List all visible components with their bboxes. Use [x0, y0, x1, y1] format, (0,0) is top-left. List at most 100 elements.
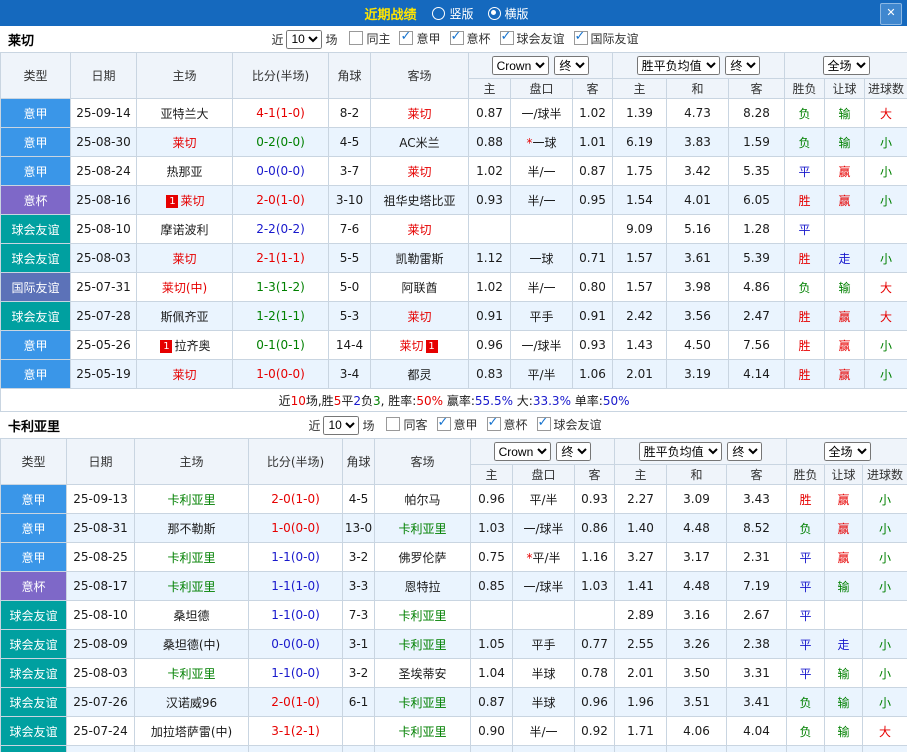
handicap-odds-home: 0.96 — [468, 330, 511, 360]
checkbox-checked-icon[interactable] — [449, 29, 464, 46]
home-team-name: 莱切 — [180, 193, 205, 208]
home-team: 莱切 — [136, 359, 233, 389]
score-halftime: 3-1(2-1) — [248, 716, 343, 746]
avg-odds-home: 2.42 — [612, 301, 667, 331]
match-row: 意甲 25-05-19 莱切 1-0(0-0) 3-4 都灵 0.83 平/半 1.06 2.01… — [0, 359, 907, 389]
home-team-name: 莱切 — [172, 367, 197, 382]
goals-result: 小 — [864, 330, 907, 360]
match-count-select[interactable]: 10 — [286, 29, 323, 49]
handicap-line: 平/半 — [510, 359, 573, 389]
handicap-odds-away: 0.93 — [572, 330, 613, 360]
handicap-result: 输 — [824, 98, 866, 128]
home-team: 卡利亚里 — [134, 484, 249, 514]
away-team: 阿联酋 — [370, 272, 469, 302]
bookmaker-select[interactable]: Crown — [493, 442, 551, 461]
away-team-name: 卡利亚里 — [398, 724, 447, 739]
avg-odds-home: 1.03 — [614, 745, 667, 752]
handicap-line: 平/半 — [512, 484, 575, 514]
handicap-odds-home: 1.02 — [468, 156, 511, 186]
avg-select[interactable]: 胜平负均值 — [636, 56, 720, 75]
result-wdl: 胜 — [784, 301, 826, 331]
score-halftime: 1-1(0-0) — [248, 658, 343, 688]
avg-final-select[interactable]: 终 — [727, 442, 763, 461]
match-row: 意甲 25-08-31 那不勒斯 1-0(0-0) 13-0 卡利亚里 1.03 一/球半 0.… — [0, 513, 907, 543]
handicap-odds-away: 0.92 — [574, 716, 615, 746]
handicap-result: 赢 — [824, 484, 864, 514]
avg-odds-away: 4.14 — [727, 359, 786, 389]
away-team-name: 帕尔马 — [404, 492, 441, 507]
filter-checkbox-label: 意杯 — [503, 417, 528, 432]
odds-final-select[interactable]: 终 — [556, 442, 592, 461]
results-table: 类型 日期 主场 比分(半场) 角球 客场 Crown 终 胜平负均值 终 全场… — [0, 438, 907, 752]
result-wdl: 胜 — [784, 330, 826, 360]
handicap-result: 赢 — [824, 156, 866, 186]
competition-type: 球会友谊 — [0, 600, 67, 630]
avg-odds-home: 3.27 — [614, 542, 667, 572]
layout-radio-vertical[interactable]: 竖版 — [432, 5, 474, 22]
avg-odds-away: 4.86 — [727, 272, 786, 302]
radio-unselected-icon[interactable] — [432, 6, 446, 20]
goals-result — [862, 745, 907, 752]
competition-type: 意甲 — [0, 484, 67, 514]
avg-odds-draw: 3.56 — [666, 301, 729, 331]
checkbox-checked-icon[interactable] — [499, 29, 514, 46]
filter-checkbox-label: 意杯 — [466, 31, 491, 46]
competition-type: 球会友谊 — [0, 658, 67, 688]
scope-select[interactable]: 全场 — [823, 442, 871, 461]
match-date: 25-08-31 — [66, 513, 135, 543]
goals-result — [864, 214, 907, 244]
close-icon[interactable]: ✕ — [880, 3, 902, 25]
home-team-name: 那不勒斯 — [167, 521, 216, 536]
filter-checkbox[interactable]: 同客 — [386, 416, 428, 433]
odds-final-select[interactable]: 终 — [554, 56, 590, 75]
filter-checkbox[interactable]: 意杯 — [486, 415, 528, 433]
asterisk-marker: * — [526, 135, 533, 150]
layout-radio-horizontal[interactable]: 横版 — [487, 5, 529, 22]
competition-type: 球会友谊 — [0, 629, 67, 659]
match-row: 意甲 25-09-14 亚特兰大 4-1(1-0) 8-2 莱切 0.87 一/球半 1.02 1… — [0, 98, 907, 128]
radio-selected-icon[interactable] — [487, 6, 501, 20]
away-team-name: AC米兰 — [399, 135, 440, 150]
score-halftime: 1-3(1-2) — [232, 272, 329, 302]
competition-type: 意甲 — [0, 513, 67, 543]
filter-checkbox[interactable]: 同主 — [349, 30, 390, 47]
handicap-line: 一/球半 — [510, 98, 573, 128]
filter-checkbox[interactable]: 球会友谊 — [499, 29, 565, 47]
competition-type: 意甲 — [0, 156, 71, 186]
handicap-odds-away: 0.91 — [572, 301, 613, 331]
handicap-line: 平手 — [512, 629, 575, 659]
team-name: 卡利亚里 — [8, 419, 61, 435]
checkbox-checked-icon[interactable] — [536, 415, 551, 432]
bookmaker-select[interactable]: Crown — [491, 56, 549, 75]
checkbox-checked-icon[interactable] — [486, 415, 501, 432]
avg-select[interactable]: 胜平负均值 — [638, 442, 722, 461]
scope-select[interactable]: 全场 — [822, 56, 870, 75]
handicap-result: 输 — [824, 687, 864, 717]
filter-checkbox[interactable]: 意甲 — [436, 415, 478, 433]
handicap-odds-home: 0.91 — [468, 301, 511, 331]
checkbox-checked-icon[interactable] — [399, 29, 414, 46]
avg-final-select[interactable]: 终 — [725, 56, 761, 75]
filter-checkbox[interactable]: 意杯 — [449, 29, 491, 47]
result-wdl: 负 — [786, 716, 826, 746]
away-team: 卡利亚里 — [374, 716, 471, 746]
goals-result — [862, 600, 907, 630]
filter-checkbox-label: 同客 — [403, 417, 428, 432]
checkbox-unchecked-icon[interactable] — [349, 31, 364, 46]
col-odds-home: 主 — [468, 78, 511, 99]
away-team-name: 卡利亚里 — [398, 637, 447, 652]
handicap-odds-away: 0.87 — [572, 156, 613, 186]
filter-checkbox[interactable]: 球会友谊 — [536, 415, 602, 433]
result-wdl: 负 — [784, 127, 826, 157]
filter-checkbox[interactable]: 国际友谊 — [573, 29, 639, 47]
checkbox-unchecked-icon[interactable] — [386, 417, 401, 432]
checkbox-checked-icon[interactable] — [436, 415, 451, 432]
avg-odds-home: 1.39 — [612, 98, 667, 128]
near-label: 近 — [271, 32, 284, 47]
goals-result: 小 — [864, 243, 907, 273]
match-date: 25-07-28 — [70, 301, 137, 331]
checkbox-checked-icon[interactable] — [573, 29, 588, 46]
filter-checkbox[interactable]: 意甲 — [399, 29, 441, 47]
match-count-select[interactable]: 10 — [323, 415, 360, 435]
section-header-bar: 莱切 近 10 场 同主 意甲 意杯 球会友谊 国际友谊 — [0, 26, 907, 52]
